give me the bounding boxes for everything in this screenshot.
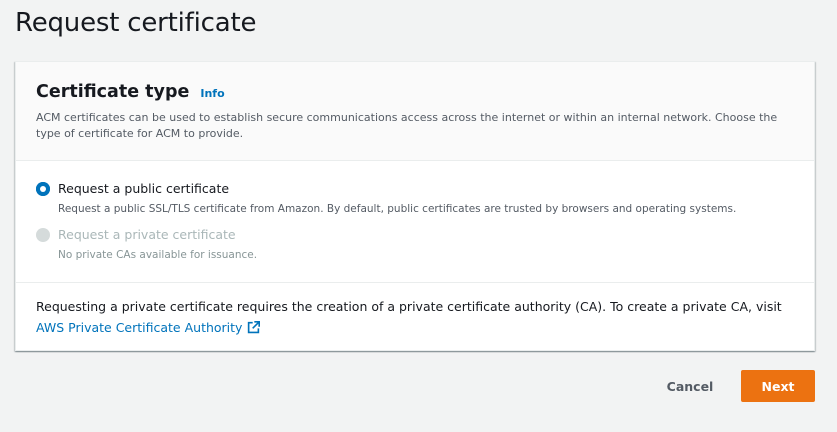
option-private-label: Request a private certificate bbox=[58, 227, 236, 242]
option-public-certificate[interactable]: Request a public certificate Request a p… bbox=[36, 180, 736, 217]
aws-private-ca-link-label[interactable]: AWS Private Certificate Authority bbox=[36, 317, 242, 338]
certificate-type-panel: Certificate type Info ACM certificates c… bbox=[15, 61, 815, 351]
panel-divider bbox=[16, 282, 814, 283]
next-button[interactable]: Next bbox=[741, 370, 815, 402]
radio-private-certificate bbox=[36, 228, 50, 242]
option-public-description: Request a public SSL/TLS certificate fro… bbox=[58, 203, 737, 215]
request-certificate-page: Request certificate Certificate type Inf… bbox=[0, 0, 837, 432]
info-link[interactable]: Info bbox=[200, 87, 224, 100]
panel-title: Certificate type bbox=[36, 82, 190, 102]
aws-private-ca-link[interactable]: AWS Private Certificate Authority bbox=[36, 317, 261, 338]
radio-public-certificate[interactable] bbox=[36, 182, 50, 196]
option-public-label[interactable]: Request a public certificate bbox=[58, 180, 736, 198]
option-private-description: No private CAs available for issuance. bbox=[58, 249, 258, 261]
cancel-button[interactable]: Cancel bbox=[662, 372, 718, 400]
notice-text: Requesting a private certificate require… bbox=[36, 299, 782, 314]
option-private-certificate: Request a private certificate No private… bbox=[36, 226, 257, 263]
external-link-icon bbox=[248, 321, 261, 334]
private-ca-notice: Requesting a private certificate require… bbox=[36, 296, 806, 338]
panel-description: ACM certificates can be used to establis… bbox=[36, 111, 778, 140]
panel-title-row: Certificate type Info bbox=[36, 82, 225, 102]
panel-header: Certificate type Info ACM certificates c… bbox=[16, 62, 814, 161]
page-title: Request certificate bbox=[15, 8, 257, 38]
option-public-text: Request a public certificate Request a p… bbox=[58, 180, 736, 217]
option-private-text: Request a private certificate No private… bbox=[58, 226, 257, 263]
